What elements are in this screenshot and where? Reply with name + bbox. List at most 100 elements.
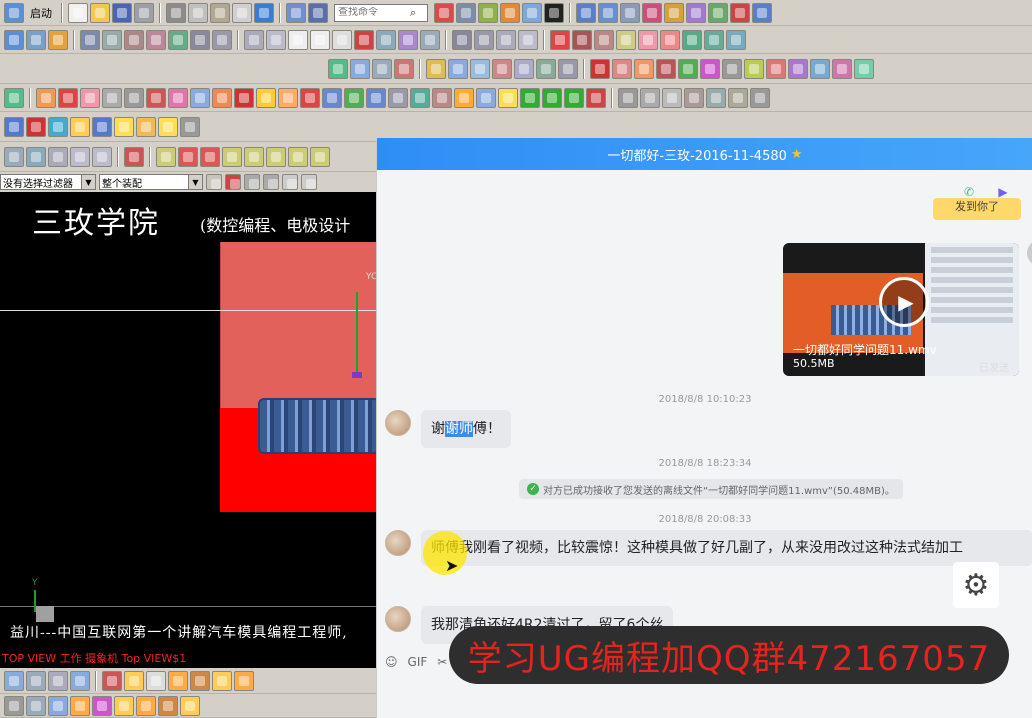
link-icon[interactable] <box>124 670 144 691</box>
circle-icon[interactable] <box>332 29 352 50</box>
magic-icon[interactable] <box>92 695 112 716</box>
postprocess-icon[interactable] <box>612 58 632 79</box>
wedge-icon[interactable] <box>102 87 122 108</box>
point-snap-icon[interactable] <box>225 174 241 190</box>
analysis-icon[interactable] <box>686 2 706 23</box>
pencil-icon[interactable] <box>70 695 90 716</box>
block-icon[interactable] <box>36 87 56 108</box>
layer-filter-icon[interactable] <box>168 670 188 691</box>
fix-icon[interactable] <box>520 87 540 108</box>
thread-feature[interactable] <box>258 398 380 454</box>
table-icon[interactable] <box>394 58 414 79</box>
tube-icon[interactable] <box>476 87 496 108</box>
mirror-icon[interactable] <box>642 2 662 23</box>
start-menu[interactable]: 启动 <box>30 5 52 21</box>
gif-button[interactable]: GIF <box>408 655 428 669</box>
calculator-icon[interactable] <box>136 116 156 137</box>
component-icon[interactable] <box>48 29 68 50</box>
rib-icon[interactable] <box>728 87 748 108</box>
arc-icon[interactable] <box>266 29 286 50</box>
layers-icon[interactable] <box>48 116 68 137</box>
message-bubble[interactable]: 师傅我刚看了视频，比较震惊！这种模具做了好几副了，从来没用改过这种法式结加工 <box>421 530 1032 566</box>
thread-icon[interactable] <box>498 87 518 108</box>
checkmark-icon[interactable] <box>4 87 24 108</box>
contact-avatar[interactable] <box>385 410 411 436</box>
intersect-curve-icon[interactable] <box>420 29 440 50</box>
extrude-icon[interactable] <box>616 29 636 50</box>
delete-icon[interactable] <box>232 2 252 23</box>
explode-icon[interactable] <box>124 29 144 50</box>
search-icon[interactable]: ⌕ <box>410 6 416 20</box>
mask-icon[interactable] <box>722 58 742 79</box>
window-copy-icon[interactable] <box>448 58 468 79</box>
new-file-icon[interactable] <box>68 2 88 23</box>
note-icon[interactable] <box>470 58 490 79</box>
move-face-icon[interactable] <box>178 146 198 167</box>
face-icon[interactable] <box>4 146 24 167</box>
window-icon[interactable] <box>286 2 306 23</box>
curve-net-icon[interactable] <box>70 146 90 167</box>
divide-icon[interactable] <box>496 29 516 50</box>
face-offset-icon[interactable] <box>156 146 176 167</box>
pattern-icon[interactable] <box>190 29 210 50</box>
selected-text[interactable]: 谢师 <box>445 421 473 437</box>
chevron-down-icon[interactable]: ▼ <box>188 175 202 189</box>
intersect-icon[interactable] <box>388 87 408 108</box>
join-icon[interactable] <box>518 29 538 50</box>
zoom-icon[interactable] <box>26 670 46 691</box>
plus-icon[interactable] <box>146 670 166 691</box>
project-curve-icon[interactable] <box>398 29 418 50</box>
tree-icon[interactable] <box>766 58 786 79</box>
resize-face-icon[interactable] <box>266 146 286 167</box>
scissors-icon[interactable]: ✂ <box>437 655 447 669</box>
datum-icon[interactable] <box>146 87 166 108</box>
contact-avatar[interactable] <box>385 530 411 556</box>
box3d-icon[interactable] <box>26 695 46 716</box>
output-icon[interactable] <box>832 58 852 79</box>
eraser-icon[interactable] <box>256 87 276 108</box>
list-icon[interactable] <box>810 58 830 79</box>
box-icon[interactable] <box>190 87 210 108</box>
curve-icon[interactable] <box>376 29 396 50</box>
message-bubble[interactable]: 谢谢师傅！ <box>421 410 511 448</box>
generate-icon[interactable] <box>788 58 808 79</box>
target-icon[interactable] <box>168 87 188 108</box>
rectangle-icon[interactable] <box>288 29 308 50</box>
undo-icon[interactable] <box>254 2 274 23</box>
snap-point-icon[interactable] <box>114 695 134 716</box>
rainbow-icon[interactable] <box>212 87 232 108</box>
chevron-down-icon[interactable]: ▼ <box>81 175 95 189</box>
start-icon[interactable] <box>4 2 24 23</box>
swap-icon[interactable] <box>4 116 24 137</box>
assembly-select[interactable]: 整个装配 ▼ <box>99 174 203 190</box>
draft-body-icon[interactable] <box>640 87 660 108</box>
my-message-bubble[interactable]: 发到你了 <box>933 198 1021 220</box>
blend-face-icon[interactable] <box>310 146 330 167</box>
replace-face-icon[interactable] <box>244 146 264 167</box>
path-icon[interactable] <box>700 58 720 79</box>
trim-icon[interactable] <box>452 29 472 50</box>
cube-icon[interactable] <box>432 87 452 108</box>
constraint-icon[interactable] <box>80 29 100 50</box>
copy-icon[interactable] <box>188 2 208 23</box>
hole-icon[interactable] <box>660 29 680 50</box>
cylinder-icon[interactable] <box>58 87 78 108</box>
shell-icon[interactable] <box>322 87 342 108</box>
filter-select[interactable]: 没有选择过滤器 ▼ <box>0 174 96 190</box>
unite-icon[interactable] <box>344 87 364 108</box>
video-file-card[interactable]: ▶ 一切都好同学问题11.wmv 50.5MB 已发送 <box>783 243 1019 376</box>
sew-body-icon[interactable] <box>124 146 144 167</box>
comment-icon[interactable] <box>114 116 134 137</box>
folder-icon[interactable] <box>70 116 90 137</box>
measure-icon[interactable] <box>664 2 684 23</box>
spline-icon[interactable] <box>354 29 374 50</box>
paste-icon[interactable] <box>210 2 230 23</box>
transform-icon[interactable] <box>598 2 618 23</box>
shop-doc-icon[interactable] <box>634 58 654 79</box>
graphics-viewport[interactable]: 三玫学院 (数控编程、电极设计 YC Y 益川---中国互联网第一个讲解汽车模具… <box>0 192 380 668</box>
curve-edit-icon[interactable] <box>586 87 606 108</box>
brush-icon[interactable] <box>500 2 520 23</box>
reposition-icon[interactable] <box>168 29 188 50</box>
center-icon[interactable] <box>282 174 298 190</box>
shade-icon[interactable] <box>48 695 68 716</box>
